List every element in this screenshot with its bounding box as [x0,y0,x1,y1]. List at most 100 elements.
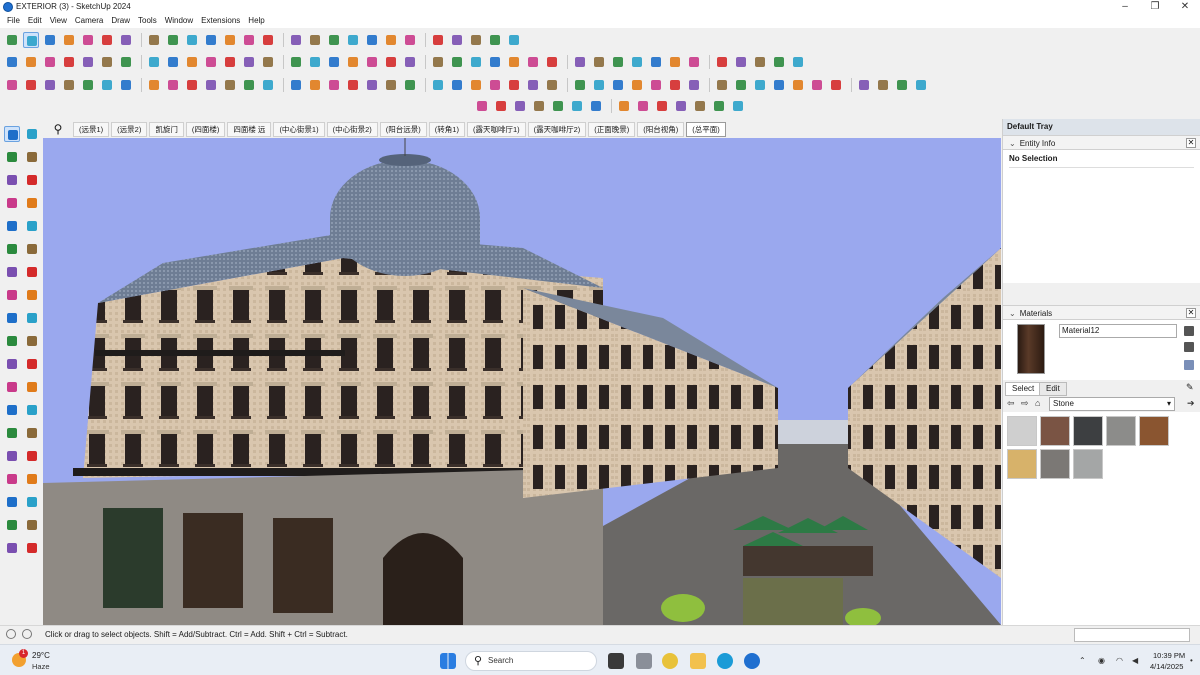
section-icon[interactable] [61,77,77,93]
material-name-field[interactable]: Material12 [1059,324,1177,338]
component-icon[interactable] [118,77,134,93]
material-library-select[interactable]: Stone ▾ [1049,397,1175,411]
maximize-button[interactable]: ❐ [1140,0,1170,14]
scene-tab[interactable]: (远景2) [111,121,148,137]
material-swatch[interactable] [1073,449,1103,479]
curve-icon[interactable] [572,54,588,70]
orbit-icon[interactable] [4,402,20,418]
axes-icon[interactable] [4,379,20,395]
edge-icon[interactable] [717,653,733,669]
zoom-extents-icon[interactable] [4,448,20,464]
move-tool-icon[interactable] [307,32,323,48]
curve-icon[interactable] [203,54,219,70]
offset-icon[interactable] [402,54,418,70]
shape-icon[interactable] [591,54,607,70]
plugin-icon[interactable] [654,98,670,114]
scale-tool-icon[interactable] [345,32,361,48]
offset-icon[interactable] [288,54,304,70]
view-icon[interactable] [572,77,588,93]
pencil-icon[interactable] [260,32,276,48]
component-icon[interactable] [4,77,20,93]
offset-icon[interactable] [42,54,58,70]
push-pull-icon[interactable] [4,264,20,280]
previous-view-icon[interactable] [24,448,40,464]
scene-tab[interactable]: (露天咖啡厅2) [527,121,587,137]
menu-file[interactable]: File [4,14,23,28]
shadow-icon[interactable] [288,77,304,93]
pan-icon[interactable] [24,402,40,418]
plugin-icon[interactable] [531,98,547,114]
paint-bucket-icon[interactable] [364,32,380,48]
shape-icon[interactable] [714,54,730,70]
texture-icon[interactable] [493,98,509,114]
layer-icon[interactable] [345,77,361,93]
flip-edge-icon[interactable] [24,540,40,556]
menu-camera[interactable]: Camera [72,14,106,28]
view-icon[interactable] [449,77,465,93]
pencil-icon[interactable] [468,32,484,48]
arc-icon[interactable] [430,54,446,70]
file-explorer-icon[interactable] [690,653,706,669]
texture-icon[interactable] [550,98,566,114]
measurements-box[interactable] [1074,628,1190,642]
stamp-icon[interactable] [24,517,40,533]
shape-icon[interactable] [468,54,484,70]
shadow-icon[interactable] [525,77,541,93]
freehand-icon[interactable] [24,172,40,188]
plugin-icon[interactable] [474,98,490,114]
material-swatch[interactable] [1040,416,1070,446]
forward-arrow-icon[interactable]: ⇨ [1021,399,1030,408]
plugin-icon[interactable] [588,98,604,114]
curve-icon[interactable] [326,54,342,70]
view-icon[interactable] [80,77,96,93]
menu-draw[interactable]: Draw [108,14,133,28]
offset-icon[interactable] [165,54,181,70]
scene-tab[interactable]: 四面楼 远 [227,121,272,137]
style-icon[interactable] [506,77,522,93]
follow-me-icon[interactable] [506,54,522,70]
shadow-icon[interactable] [165,77,181,93]
component-icon[interactable] [241,77,257,93]
minimize-button[interactable]: – [1110,0,1140,14]
follow-me-icon[interactable] [24,264,40,280]
material-swatch[interactable] [1073,416,1103,446]
position-camera-icon[interactable] [4,471,20,487]
component-icon[interactable] [733,77,749,93]
3d-text-icon[interactable] [24,379,40,395]
zoom-icon[interactable] [4,425,20,441]
push-pull-icon[interactable] [4,54,20,70]
style-icon[interactable] [629,77,645,93]
arc-icon[interactable] [307,54,323,70]
search-tool-icon[interactable] [402,32,418,48]
pencil-icon[interactable] [4,172,20,188]
select-tool-icon[interactable] [222,32,238,48]
move-tool-icon[interactable] [99,32,115,48]
render-icon[interactable] [692,98,708,114]
tab-select[interactable]: Select [1005,382,1042,396]
section-icon[interactable] [307,77,323,93]
curve-icon[interactable] [686,54,702,70]
close-button[interactable]: ✕ [1170,0,1200,14]
shape-icon[interactable] [222,54,238,70]
geo-location-icon[interactable] [6,629,16,639]
layer-icon[interactable] [591,77,607,93]
details-arrow-icon[interactable]: ➔ [1187,399,1196,408]
entity-info-header[interactable]: ⌄ Entity Info ✕ [1003,135,1200,150]
tape-measure-icon[interactable] [4,333,20,349]
arc-icon[interactable] [667,54,683,70]
render-icon[interactable] [635,98,651,114]
taskbar-search[interactable]: ⚲ Search [465,651,597,671]
material-swatch[interactable] [1007,416,1037,446]
arc-icon[interactable] [61,54,77,70]
volume-icon[interactable]: ◀ [1132,656,1141,665]
offset-icon[interactable] [24,310,40,326]
move-tool-icon[interactable] [4,287,20,303]
pie-icon[interactable] [24,241,40,257]
shape-icon[interactable] [345,54,361,70]
view-icon[interactable] [686,77,702,93]
scene-tab[interactable]: (露天咖啡厅1) [466,121,526,137]
calculator-icon[interactable] [636,653,652,669]
circle-icon[interactable] [4,218,20,234]
style-icon[interactable] [260,77,276,93]
menu-view[interactable]: View [47,14,70,28]
